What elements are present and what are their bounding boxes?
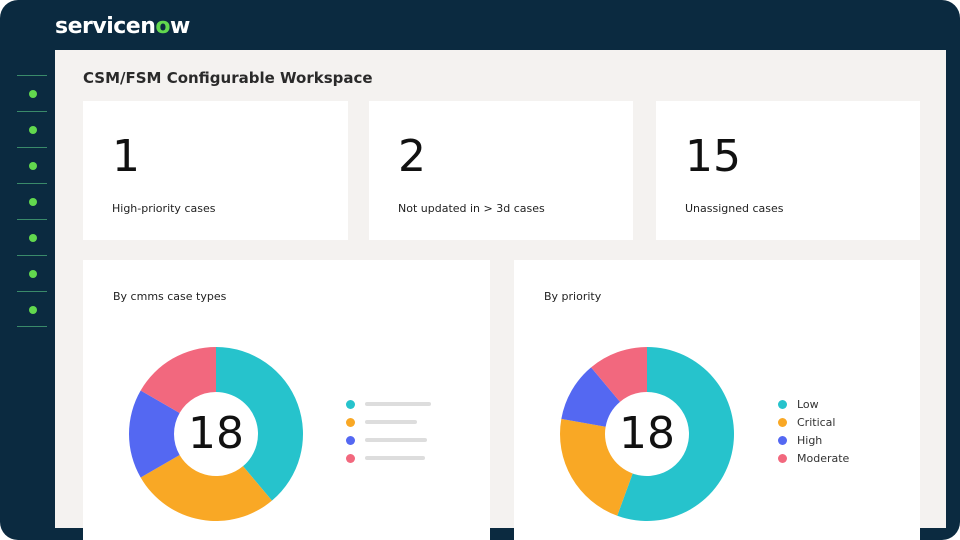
dot-icon bbox=[29, 234, 37, 242]
legend-label: Critical bbox=[797, 415, 836, 429]
sidebar-item-4[interactable] bbox=[17, 183, 47, 219]
legend-label: High bbox=[797, 433, 823, 447]
legend-item[interactable] bbox=[346, 413, 431, 431]
legend-label: Moderate bbox=[797, 451, 850, 465]
kpi-card-not-updated[interactable]: 2 Not updated in > 3d cases bbox=[369, 101, 633, 240]
legend-placeholder-bar bbox=[365, 402, 431, 406]
legend-placeholder-bar bbox=[365, 420, 417, 424]
legend-swatch bbox=[778, 435, 787, 445]
sidebar-item-7[interactable] bbox=[17, 291, 47, 327]
sidebar bbox=[17, 75, 47, 327]
chart-title: By cmms case types bbox=[113, 290, 227, 303]
priority-chart-card: By priority 18 Low Critical High Moderat… bbox=[514, 260, 920, 540]
dot-icon bbox=[29, 306, 37, 314]
dot-icon bbox=[29, 270, 37, 278]
kpi-value: 2 bbox=[398, 131, 426, 182]
kpi-value: 1 bbox=[112, 131, 140, 182]
sidebar-item-6[interactable] bbox=[17, 255, 47, 291]
dot-icon bbox=[29, 162, 37, 170]
legend bbox=[346, 395, 431, 467]
legend-item[interactable] bbox=[346, 395, 431, 413]
legend-label: Low bbox=[797, 397, 819, 411]
legend-placeholder-bar bbox=[365, 438, 427, 442]
chart-title: By priority bbox=[544, 290, 602, 303]
legend-item[interactable] bbox=[346, 449, 431, 467]
page-title: CSM/FSM Configurable Workspace bbox=[83, 69, 373, 87]
sidebar-item-2[interactable] bbox=[17, 111, 47, 147]
legend-placeholder-bar bbox=[365, 456, 425, 460]
legend: Low Critical High Moderate bbox=[778, 395, 849, 467]
case-types-chart-card: By cmms case types 18 bbox=[83, 260, 490, 540]
dot-icon bbox=[29, 198, 37, 206]
dot-icon bbox=[29, 90, 37, 98]
kpi-label: High-priority cases bbox=[112, 202, 216, 215]
legend-item-low[interactable]: Low bbox=[778, 395, 849, 413]
legend-item-critical[interactable]: Critical bbox=[778, 413, 849, 431]
legend-swatch bbox=[346, 417, 355, 427]
legend-swatch bbox=[346, 435, 355, 445]
legend-swatch bbox=[778, 399, 787, 409]
app-frame: servicenow CSM/FSM Configurable Workspac… bbox=[0, 0, 960, 540]
kpi-card-high-priority[interactable]: 1 High-priority cases bbox=[83, 101, 348, 240]
legend-swatch bbox=[346, 399, 355, 409]
legend-swatch bbox=[778, 453, 787, 463]
sidebar-item-1[interactable] bbox=[17, 75, 47, 111]
legend-swatch bbox=[346, 453, 355, 463]
donut-total: 18 bbox=[619, 408, 675, 459]
kpi-label: Unassigned cases bbox=[685, 202, 784, 215]
servicenow-logo: servicenow bbox=[55, 14, 190, 39]
legend-item[interactable] bbox=[346, 431, 431, 449]
donut-total: 18 bbox=[188, 408, 244, 459]
kpi-value: 15 bbox=[685, 131, 741, 182]
sidebar-item-3[interactable] bbox=[17, 147, 47, 183]
legend-swatch bbox=[778, 417, 787, 427]
workspace-panel: CSM/FSM Configurable Workspace 1 High-pr… bbox=[55, 50, 946, 540]
dot-icon bbox=[29, 126, 37, 134]
sidebar-item-5[interactable] bbox=[17, 219, 47, 255]
kpi-card-unassigned[interactable]: 15 Unassigned cases bbox=[656, 101, 920, 240]
kpi-label: Not updated in > 3d cases bbox=[398, 202, 545, 215]
legend-item-high[interactable]: High bbox=[778, 431, 849, 449]
legend-item-moderate[interactable]: Moderate bbox=[778, 449, 849, 467]
